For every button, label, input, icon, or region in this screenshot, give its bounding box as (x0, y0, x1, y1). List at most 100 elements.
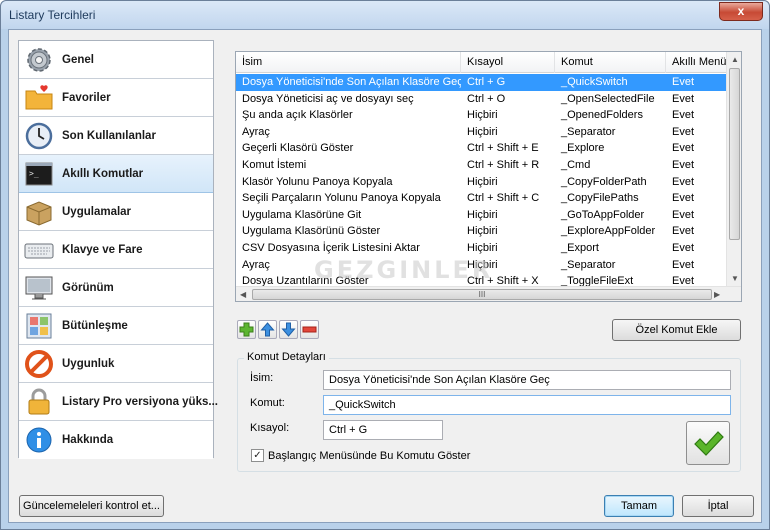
sidebar-item-gorunum[interactable]: Görünüm (19, 269, 213, 307)
table-cell: _Explore (561, 142, 605, 155)
shortcut-label: Kısayol: (250, 422, 290, 434)
table-cell: Uygulama Klasörüne Git (242, 208, 362, 221)
client-area: Genel Favoriler Son Kullanılanlar >_ Akı… (8, 29, 762, 523)
scroll-down-arrow-icon[interactable]: ▼ (731, 274, 739, 283)
scroll-right-arrow-icon[interactable]: ▶ (714, 290, 720, 299)
table-cell: Evet (672, 76, 695, 88)
table-cell: Evet (672, 192, 695, 205)
puzzle-icon (26, 313, 52, 338)
shortcut-field[interactable]: Ctrl + G (323, 420, 443, 440)
name-field[interactable]: Dosya Yöneticisi'nde Son Açılan Klasöre … (323, 370, 731, 390)
terminal-icon: >_ (25, 162, 53, 185)
table-cell: Evet (672, 175, 695, 188)
apply-button[interactable] (686, 421, 730, 465)
table-cell: _Export (561, 242, 599, 254)
table-row[interactable]: CSV Dosyasına İçerik Listesini Aktar Hiçb… (236, 240, 728, 257)
close-button[interactable]: x (719, 2, 763, 21)
column-header-name[interactable]: İsim (236, 52, 461, 73)
cancel-button[interactable]: İptal (682, 495, 754, 517)
sidebar-item-label: Bütünleşme (62, 319, 128, 332)
list-header: İsim Kısayol Komut Akıllı Menü'd (236, 52, 728, 73)
table-cell: Geçerli Klasörü Göster (242, 142, 354, 155)
table-cell: Evet (672, 225, 695, 238)
sidebar-item-label: Favoriler (62, 91, 111, 104)
table-row[interactable]: Klasör Yolunu Panoya Kopyala Hiçbiri _Copy… (236, 174, 728, 191)
table-cell: Şu anda açık Klasörler (242, 109, 353, 122)
sidebar-item-favoriler[interactable]: Favoriler (19, 79, 213, 117)
table-cell: Ayraç (242, 125, 270, 138)
preferences-window: Listary Tercihleri x Genel Favoriler Son… (0, 0, 770, 530)
window-title: Listary Tercihleri (9, 8, 96, 22)
vertical-scroll-thumb[interactable] (729, 68, 740, 240)
table-cell: Evet (672, 109, 695, 122)
table-row[interactable]: Şu anda açık Klasörler Hiçbiri _OpenedFold… (236, 107, 728, 124)
sidebar-item-uygunluk[interactable]: Uygunluk (19, 345, 213, 383)
sidebar-item-son-kullanilanlar[interactable]: Son Kullanılanlar (19, 117, 213, 155)
ok-button[interactable]: Tamam (604, 495, 674, 517)
table-cell: Ctrl + G (467, 76, 506, 88)
horizontal-scrollbar[interactable]: ◀ III ▶ (236, 286, 741, 301)
table-row[interactable]: Geçerli Klasörü Göster Ctrl + Shift + E _E… (236, 140, 728, 157)
table-cell: Evet (672, 159, 695, 171)
command-field[interactable]: _QuickSwitch (323, 395, 731, 415)
checkbox-label: Başlangıç Menüsünde Bu Komutu Göster (268, 450, 471, 462)
table-cell: Hiçbiri (467, 242, 498, 254)
sidebar-item-label: Akıllı Komutlar (62, 167, 144, 180)
table-row[interactable]: Uygulama Klasörüne Git Hiçbiri _GoToAppFol… (236, 207, 728, 224)
column-header-command[interactable]: Komut (555, 52, 666, 73)
sidebar-item-akilli-komutlar[interactable]: >_ Akıllı Komutlar (19, 155, 213, 193)
monitor-icon (25, 276, 53, 299)
table-row[interactable]: Dosya Yöneticisi aç ve dosyayı seç Ctrl +… (236, 91, 728, 108)
gear-icon (27, 47, 51, 72)
horizontal-scroll-thumb[interactable]: III (252, 289, 712, 300)
table-row[interactable]: Dosya Yöneticisi'nde Son Açılan Klasöre … (236, 74, 728, 91)
add-custom-command-button[interactable]: Özel Komut Ekle (612, 319, 741, 341)
sidebar-item-klavye-ve-fare[interactable]: Klavye ve Fare (19, 231, 213, 269)
plus-icon (239, 322, 254, 337)
move-down-button[interactable] (279, 320, 298, 339)
sidebar-item-genel[interactable]: Genel (19, 41, 213, 79)
title-bar[interactable]: Listary Tercihleri x (1, 1, 769, 29)
table-cell: Ctrl + Shift + R (467, 159, 540, 171)
column-header-shortcut[interactable]: Kısayol (461, 52, 555, 73)
table-cell: CSV Dosyasına İçerik Listesini Aktar (242, 242, 420, 254)
table-cell: Hiçbiri (467, 175, 498, 188)
add-command-button[interactable] (237, 320, 256, 339)
command-details-title: Komut Detayları (244, 351, 329, 363)
scroll-up-arrow-icon[interactable]: ▲ (731, 55, 739, 64)
remove-command-button[interactable] (300, 320, 319, 339)
scroll-left-arrow-icon[interactable]: ◀ (240, 290, 246, 299)
check-updates-button[interactable]: Güncelemeleleri kontrol et... (19, 495, 164, 517)
sidebar-item-label: Hakkında (62, 434, 114, 446)
table-cell: Ctrl + Shift + E (467, 142, 539, 155)
sidebar-item-label: Listary Pro versiyona yüks... (62, 395, 218, 408)
sidebar-item-label: Görünüm (62, 281, 114, 294)
sidebar: Genel Favoriler Son Kullanılanlar >_ Akı… (18, 40, 218, 459)
info-icon (26, 427, 52, 453)
table-row[interactable]: Seçili Parçaların Yolunu Panoya Kopyala C… (236, 190, 728, 207)
lock-icon (28, 388, 50, 414)
column-header-smart-menu[interactable]: Akıllı Menü'd (666, 52, 728, 73)
table-cell: _Separator (561, 125, 616, 138)
table-cell: Evet (672, 208, 695, 221)
command-label: Komut: (250, 397, 285, 409)
sidebar-item-label: Klavye ve Fare (62, 243, 143, 256)
table-row[interactable]: Uygulama Klasörünü Göster Hiçbiri _Explore… (236, 223, 728, 240)
move-up-button[interactable] (258, 320, 277, 339)
minus-icon (302, 326, 317, 333)
table-cell: Dosya Yöneticisi aç ve dosyayı seç (242, 92, 414, 105)
show-in-start-menu-checkbox[interactable]: ✓ (251, 449, 264, 462)
sidebar-item-listary-pro[interactable]: Listary Pro versiyona yüks... (19, 383, 218, 421)
table-cell: _ExploreAppFolder (561, 225, 656, 238)
table-cell: Klasör Yolunu Panoya Kopyala (242, 175, 393, 188)
sidebar-item-uygulamalar[interactable]: Uygulamalar (19, 193, 213, 231)
sidebar-item-label: Son Kullanılanlar (62, 129, 156, 142)
sidebar-item-hakkinda[interactable]: Hakkında (19, 421, 213, 459)
table-row[interactable]: Komut İstemi Ctrl + Shift + R _Cmd Evet (236, 157, 728, 174)
sidebar-item-butunlesme[interactable]: Bütünleşme (19, 307, 213, 345)
table-row[interactable]: Ayraç Hiçbiri _Separator Evet (236, 124, 728, 141)
checkmark-icon (694, 431, 724, 456)
vertical-scrollbar[interactable]: ▲ ▼ (726, 52, 741, 286)
table-cell: Hiçbiri (467, 125, 498, 138)
table-cell: Seçili Parçaların Yolunu Panoya Kopyala (242, 192, 441, 205)
